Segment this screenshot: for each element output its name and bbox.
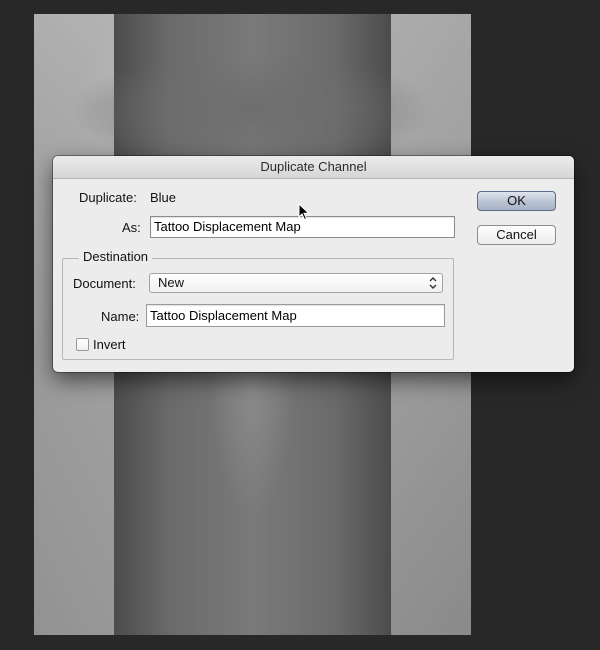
ok-button[interactable]: OK: [477, 191, 556, 211]
as-label: As:: [122, 220, 141, 235]
invert-checkbox[interactable]: [76, 338, 89, 351]
destination-legend: Destination: [79, 249, 153, 265]
dialog-title: Duplicate Channel: [53, 156, 574, 179]
document-label: Document:: [73, 276, 136, 291]
duplicate-channel-dialog: Duplicate Channel Duplicate: Blue As: Ta…: [53, 156, 574, 372]
destination-name-input[interactable]: Tattoo Displacement Map: [146, 304, 445, 327]
name-label: Name:: [101, 309, 140, 324]
cancel-button[interactable]: Cancel: [477, 225, 556, 245]
duplicate-label: Duplicate:: [79, 190, 137, 205]
mouse-pointer-icon: [298, 203, 310, 221]
document-select-value: New: [158, 275, 185, 290]
invert-label[interactable]: Invert: [93, 337, 126, 353]
workspace: Duplicate Channel Duplicate: Blue As: Ta…: [0, 0, 600, 650]
photo-shoulders: [34, 44, 471, 164]
document-select[interactable]: New: [149, 273, 443, 293]
duplicate-value: Blue: [150, 190, 177, 205]
up-down-chevron-icon: [429, 277, 437, 289]
